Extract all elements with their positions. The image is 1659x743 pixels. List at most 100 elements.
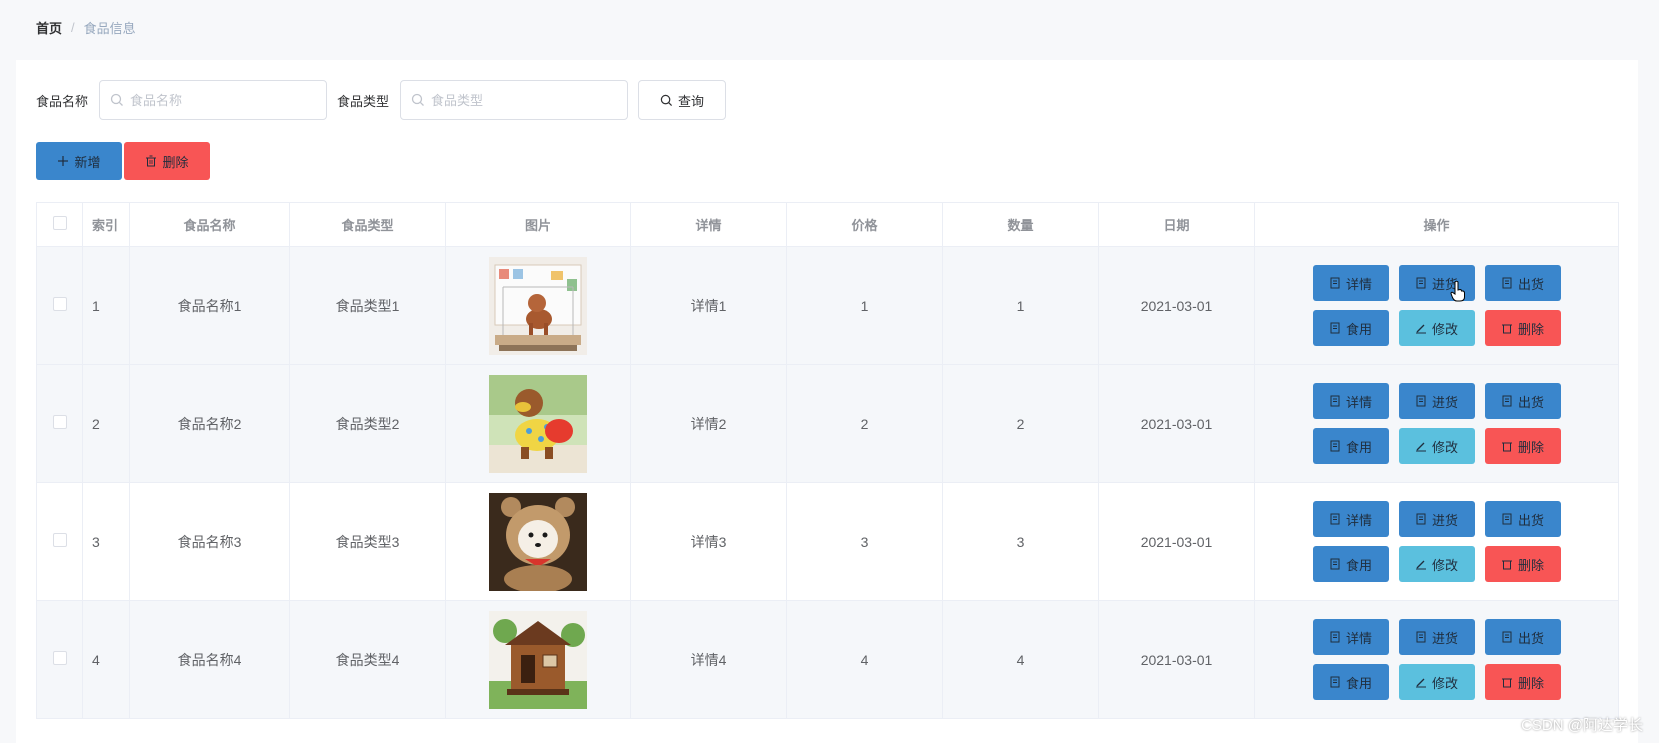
- stock-in-button[interactable]: 进货: [1398, 619, 1475, 655]
- stock-out-button[interactable]: 出货: [1484, 265, 1561, 301]
- detail-button[interactable]: 详情: [1312, 265, 1389, 301]
- row-select-cell: [36, 482, 83, 601]
- row-image-cell: [445, 600, 631, 719]
- consume-button-label: 食用: [1345, 439, 1372, 455]
- detail-button-label: 详情: [1345, 512, 1372, 528]
- edit-button[interactable]: 修改: [1398, 310, 1475, 346]
- food-name-label: 食品名称: [36, 93, 89, 109]
- poodle-in-sweater-image: [489, 374, 587, 473]
- row-date: 2021-03-01: [1098, 482, 1255, 601]
- search-bar: 食品名称 食品类型 查询: [36, 80, 727, 120]
- delete-button-label: 删除: [1517, 439, 1544, 455]
- add-button-label: 新增: [74, 154, 101, 170]
- document-icon: [1330, 631, 1340, 643]
- edit-button-label: 修改: [1431, 439, 1458, 455]
- stock-in-button[interactable]: 进货: [1398, 501, 1475, 537]
- row-detail: 详情2: [630, 364, 787, 483]
- row-quantity: 2: [942, 364, 1099, 483]
- header-price: 价格: [786, 202, 943, 247]
- query-button[interactable]: 查询: [638, 80, 727, 120]
- edit-button[interactable]: 修改: [1398, 664, 1475, 700]
- document-icon: [1502, 277, 1512, 289]
- food-name-input[interactable]: [100, 81, 327, 119]
- document-icon: [1330, 676, 1340, 688]
- delete-button[interactable]: 删除: [1484, 310, 1561, 346]
- detail-button[interactable]: 详情: [1312, 383, 1389, 419]
- consume-button[interactable]: 食用: [1312, 546, 1389, 582]
- row-action-group: 详情 进货 出货 食用 修改 删除: [1255, 501, 1618, 582]
- select-all-checkbox[interactable]: [52, 216, 67, 230]
- document-icon: [1416, 277, 1426, 289]
- consume-button[interactable]: 食用: [1312, 310, 1389, 346]
- delete-button[interactable]: 删除: [1484, 664, 1561, 700]
- edit-button[interactable]: 修改: [1398, 428, 1475, 464]
- stock-out-button-label: 出货: [1517, 630, 1544, 646]
- document-icon: [1330, 558, 1340, 570]
- delete-button-label: 删除: [1517, 675, 1544, 691]
- consume-button-label: 食用: [1345, 321, 1372, 337]
- row-select-cell: [36, 364, 83, 483]
- row-price: 2: [786, 364, 943, 483]
- stock-out-button[interactable]: 出货: [1484, 501, 1561, 537]
- food-type-label: 食品类型: [337, 93, 390, 109]
- stock-in-button-label: 进货: [1431, 512, 1458, 528]
- detail-button[interactable]: 详情: [1312, 619, 1389, 655]
- pencil-icon: [1415, 324, 1426, 334]
- consume-button[interactable]: 食用: [1312, 428, 1389, 464]
- consume-button[interactable]: 食用: [1312, 664, 1389, 700]
- stock-out-button-label: 出货: [1517, 512, 1544, 528]
- row-actions: 详情 进货 出货 食用 修改 删除: [1254, 482, 1619, 601]
- row-type: 食品类型3: [289, 482, 446, 601]
- trash-icon: [1501, 678, 1512, 688]
- row-index: 3: [82, 482, 130, 601]
- edit-button-label: 修改: [1431, 675, 1458, 691]
- row-type: 食品类型1: [289, 246, 446, 365]
- header-type: 食品类型: [289, 202, 446, 247]
- toolbar: 新增 删除: [36, 142, 210, 180]
- batch-delete-button-label: 删除: [162, 154, 189, 170]
- stock-out-button[interactable]: 出货: [1484, 383, 1561, 419]
- stock-in-button[interactable]: 进货: [1398, 383, 1475, 419]
- breadcrumb-home[interactable]: 首页: [36, 18, 62, 37]
- pencil-icon: [1415, 678, 1426, 688]
- row-quantity: 3: [942, 482, 1099, 601]
- row-checkbox[interactable]: [52, 651, 67, 665]
- table-row: 4 食品名称4 食品类型4 详情4 4 4 2021-03-01 详情 进货 出…: [36, 600, 1619, 719]
- header-index: 索引: [82, 202, 130, 247]
- row-checkbox[interactable]: [52, 533, 67, 547]
- document-icon: [1502, 631, 1512, 643]
- header-image: 图片: [445, 202, 631, 247]
- trash-icon: [1501, 442, 1512, 452]
- edit-button[interactable]: 修改: [1398, 546, 1475, 582]
- row-image-cell: [445, 364, 631, 483]
- row-checkbox[interactable]: [52, 415, 67, 429]
- row-name: 食品名称1: [129, 246, 290, 365]
- row-price: 1: [786, 246, 943, 365]
- row-date: 2021-03-01: [1098, 364, 1255, 483]
- row-index: 2: [82, 364, 130, 483]
- stock-out-button[interactable]: 出货: [1484, 619, 1561, 655]
- delete-button[interactable]: 删除: [1484, 428, 1561, 464]
- header-detail: 详情: [630, 202, 787, 247]
- add-button[interactable]: 新增: [36, 142, 122, 180]
- row-name: 食品名称2: [129, 364, 290, 483]
- document-icon: [1502, 395, 1512, 407]
- edit-button-label: 修改: [1431, 557, 1458, 573]
- detail-button[interactable]: 详情: [1312, 501, 1389, 537]
- header-name: 食品名称: [129, 202, 290, 247]
- row-index: 4: [82, 600, 130, 719]
- food-type-input[interactable]: [401, 81, 628, 119]
- poodle-in-cage-image: [489, 256, 587, 355]
- food-name-search[interactable]: [99, 80, 328, 120]
- watermark: CSDN @阿达学长: [1521, 717, 1643, 734]
- delete-button[interactable]: 删除: [1484, 546, 1561, 582]
- row-checkbox[interactable]: [52, 297, 67, 311]
- wooden-dog-house-image: [489, 610, 587, 709]
- batch-delete-button[interactable]: 删除: [124, 142, 210, 180]
- document-icon: [1502, 513, 1512, 525]
- food-type-search[interactable]: [400, 80, 629, 120]
- table-header-row: 索引 食品名称 食品类型 图片 详情 价格 数量 日期 操作: [36, 202, 1619, 247]
- row-name: 食品名称4: [129, 600, 290, 719]
- search-icon: [110, 93, 123, 106]
- row-price: 4: [786, 600, 943, 719]
